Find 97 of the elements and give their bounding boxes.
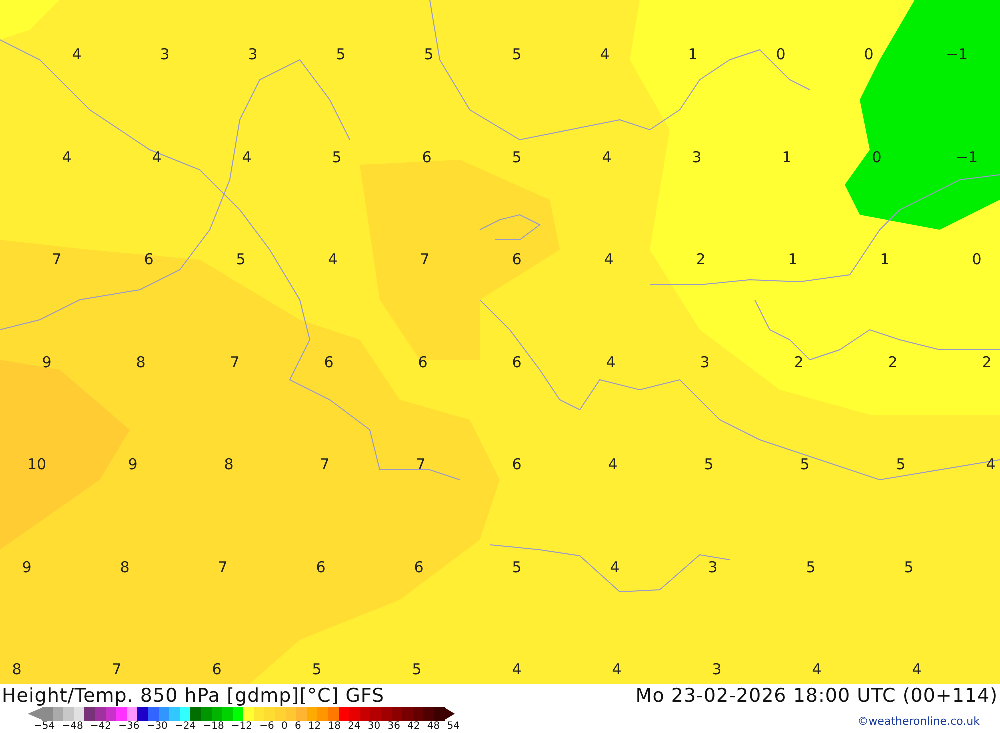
temperature-label: 8 [136, 355, 146, 370]
temperature-label: 4 [606, 355, 616, 370]
temperature-label: 8 [120, 560, 130, 575]
temperature-label: 6 [512, 252, 522, 268]
temperature-label: 4 [242, 150, 252, 165]
temperature-label: 6 [212, 662, 222, 678]
scale-tick-label: 18 [328, 721, 341, 733]
temperature-label: 5 [412, 662, 422, 678]
temperature-label: 7 [420, 252, 430, 268]
temperature-label: 0 [872, 150, 882, 165]
temperature-label: 2 [794, 355, 804, 370]
temperature-label: 5 [896, 458, 906, 472]
temperature-label: 5 [236, 252, 246, 268]
temperature-label: 5 [336, 48, 346, 62]
temperature-label: 2 [888, 355, 898, 370]
temperature-label: 5 [512, 150, 522, 165]
temperature-label: 0 [864, 48, 874, 62]
temperature-label: 4 [612, 662, 622, 678]
temperature-label: 2 [982, 355, 992, 370]
temperature-label: 1 [788, 252, 798, 268]
temperature-label: 4 [608, 458, 618, 472]
scale-tick-label: 6 [294, 721, 302, 733]
temperature-label: 5 [800, 458, 810, 472]
temperature-label: 4 [986, 458, 996, 472]
scale-tick-label: −42 [90, 721, 112, 733]
scale-tick-label: −18 [203, 721, 224, 733]
temperature-label: 5 [424, 48, 434, 62]
temperature-label: 4 [152, 150, 162, 165]
temperature-label: 7 [230, 355, 240, 370]
temperature-label: 3 [692, 150, 702, 165]
temperature-label: 5 [704, 458, 714, 472]
temperature-label: 2 [696, 252, 706, 268]
temperature-label: 6 [418, 355, 428, 370]
scale-tick-label: −54 [34, 721, 56, 733]
valid-time: Mo 23-02-2026 18:00 UTC (00+114) [636, 685, 998, 707]
temperature-label: 4 [512, 662, 522, 678]
scale-tick-label: 48 [427, 721, 440, 733]
temperature-label: 8 [12, 662, 22, 678]
temperature-label: −1 [946, 48, 968, 62]
temperature-label: 8 [224, 458, 234, 472]
temperature-label: 7 [218, 560, 228, 575]
temperature-label: 9 [42, 355, 52, 370]
credit-link[interactable]: ©weatheronline.co.uk [858, 715, 980, 728]
scale-tick-label: −6 [260, 721, 274, 733]
temperature-label: 5 [332, 150, 342, 165]
temperature-label: 0 [972, 252, 982, 268]
temperature-label: 4 [600, 48, 610, 62]
scale-tick-label: 42 [408, 721, 420, 733]
temperature-label: 6 [414, 560, 424, 575]
temperature-label: 10 [27, 458, 47, 472]
temperature-label: 7 [112, 662, 122, 678]
scale-tick-label: 24 [348, 721, 361, 733]
temperature-label: 5 [512, 48, 522, 62]
scale-tick-label: 30 [368, 721, 381, 733]
temperature-label: 4 [604, 252, 614, 268]
temperature-label: 1 [782, 150, 792, 165]
temperature-label: 4 [62, 150, 72, 165]
scale-tick-label: −12 [231, 721, 253, 733]
temperature-label: 4 [602, 150, 612, 165]
scale-tick-label: 36 [388, 721, 400, 733]
temperature-label: 5 [512, 560, 522, 575]
temperature-label: 6 [512, 355, 522, 370]
temperature-label: 4 [72, 48, 82, 62]
scale-tick-label: −48 [62, 721, 84, 733]
temperature-label: 4 [812, 662, 822, 678]
scale-tick-label: 0 [281, 721, 288, 733]
temperature-label: 3 [248, 48, 258, 62]
temperature-label: 6 [144, 252, 154, 268]
scale-tick-label: 54 [447, 721, 460, 733]
temperature-label: 1 [688, 48, 698, 62]
scale-tick-label: −30 [146, 721, 168, 733]
scale-tick-label: −24 [175, 721, 196, 733]
temperature-label: 4 [912, 662, 922, 678]
temperature-label: 5 [904, 560, 914, 575]
temperature-label: 7 [320, 458, 330, 472]
temperature-label: 3 [700, 355, 710, 370]
temperature-label: 6 [422, 150, 432, 165]
temperature-label: 4 [610, 560, 620, 575]
temperature-label: 6 [512, 458, 522, 472]
temperature-label: 7 [416, 458, 426, 472]
temperature-label: 4 [328, 252, 338, 268]
chart-title: Height/Temp. 850 hPa [gdmp][°C] GFS [2, 685, 385, 707]
scale-tick-label: 12 [308, 721, 322, 733]
temperature-label: 0 [776, 48, 786, 62]
temperature-label: 6 [324, 355, 334, 370]
temperature-label: 1 [880, 252, 890, 268]
temperature-label: 3 [160, 48, 170, 62]
temperature-label: 7 [52, 252, 62, 268]
temperature-label: 5 [312, 662, 322, 678]
temperature-label: 9 [128, 458, 138, 472]
temperature-label: 3 [708, 560, 718, 575]
temperature-label: 3 [712, 662, 722, 678]
temperature-label: 9 [22, 560, 32, 575]
temperature-label: 6 [316, 560, 326, 575]
temperature-label: 5 [806, 560, 816, 575]
scale-tick-label: −36 [118, 721, 140, 733]
temperature-label: −1 [956, 150, 978, 165]
